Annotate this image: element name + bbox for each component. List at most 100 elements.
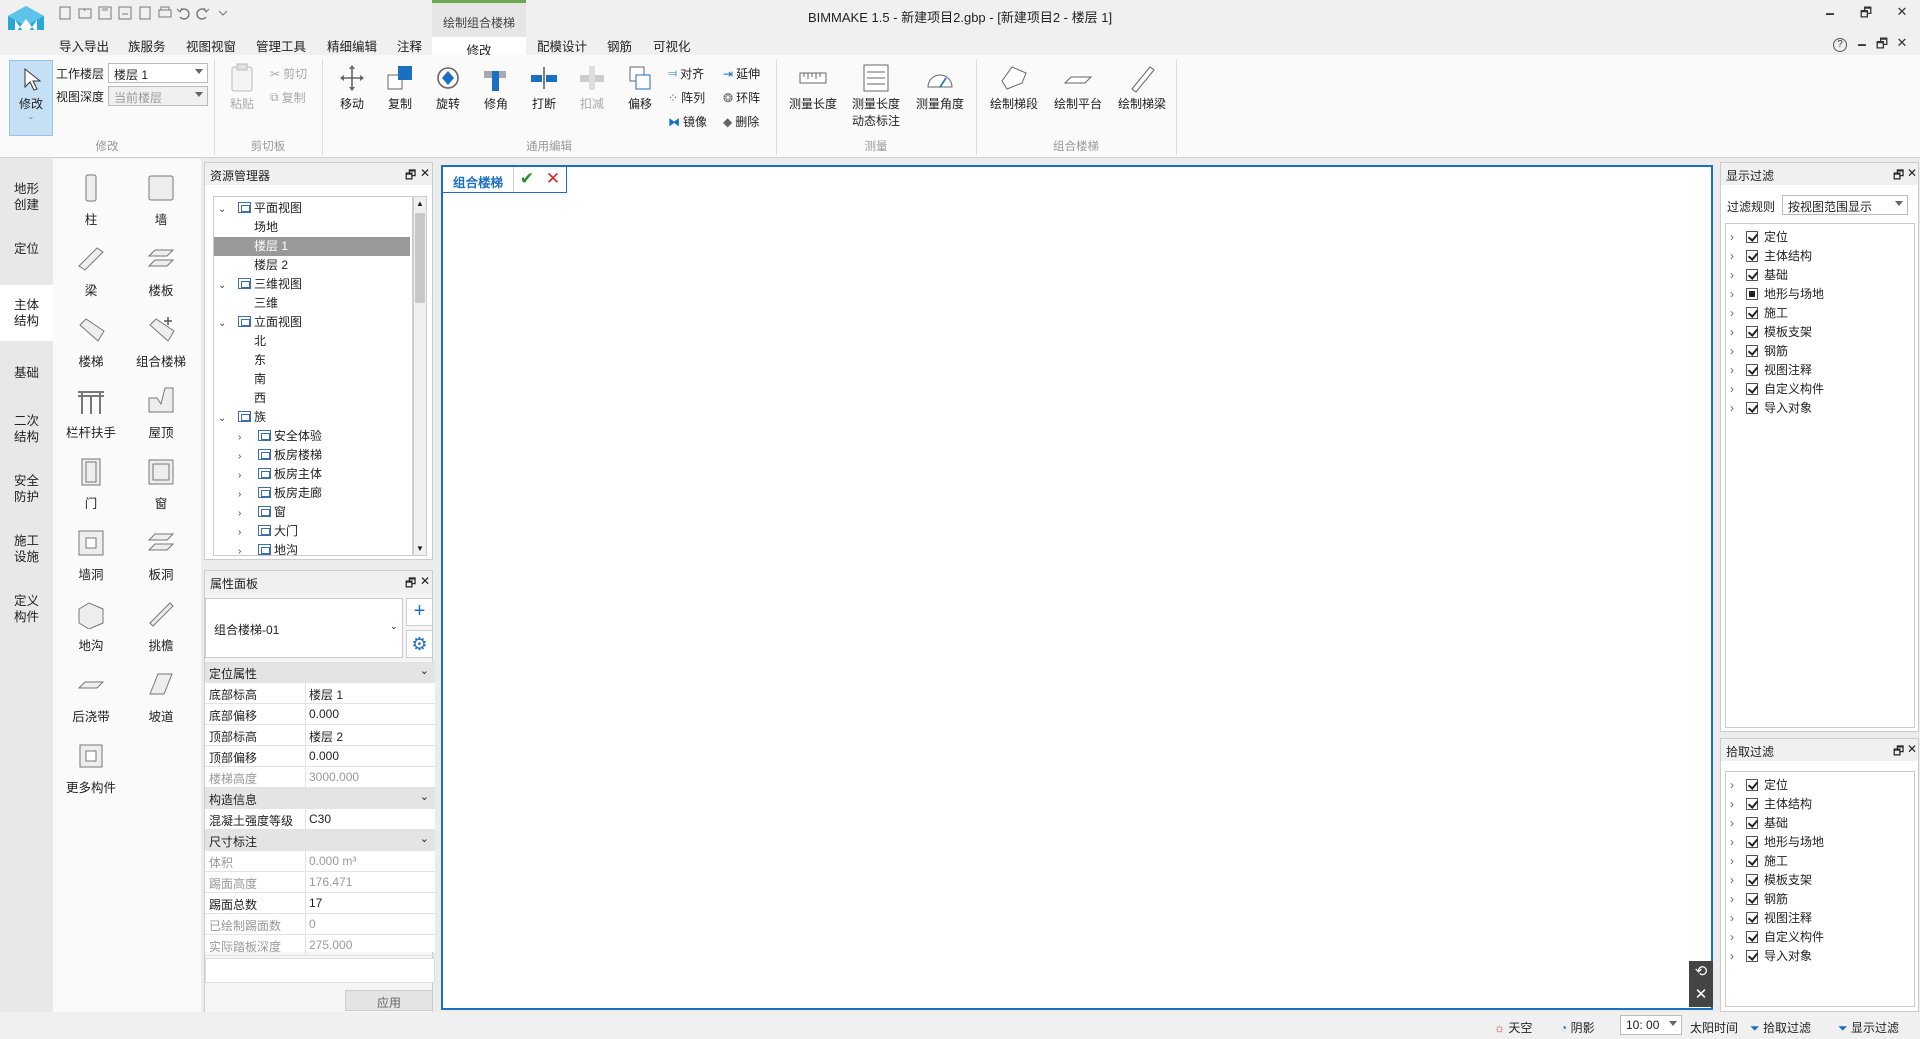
- tree-item[interactable]: 楼层 1: [214, 237, 410, 256]
- property-section-header[interactable]: 尺寸标注 ⌄: [205, 830, 435, 851]
- tree-item[interactable]: ⌄ 立面视图: [214, 313, 410, 332]
- property-value[interactable]: 0.000: [309, 707, 435, 727]
- component-window[interactable]: 窗: [126, 457, 196, 512]
- filter-checkbox[interactable]: [1746, 779, 1758, 791]
- tab-foundation[interactable]: 基础: [0, 359, 53, 389]
- component-roof[interactable]: 屋顶: [126, 386, 196, 441]
- close-window-button[interactable]: ✕: [1892, 4, 1912, 20]
- doc-close-button[interactable]: ✕: [1892, 35, 1912, 51]
- menu-annotation[interactable]: 注释: [397, 36, 422, 55]
- chevron-down-icon[interactable]: ⌄: [420, 664, 429, 677]
- chevron-right-icon[interactable]: ›: [1730, 814, 1746, 832]
- chevron-right-icon[interactable]: ›: [1730, 361, 1746, 379]
- component-wall-opening[interactable]: 墙洞: [56, 528, 126, 583]
- type-settings-button[interactable]: ⚙: [406, 630, 433, 658]
- draw-stair-segment-button[interactable]: 绘制梯段: [986, 63, 1042, 112]
- shadow-toggle[interactable]: ◔ 阴影: [1560, 1019, 1595, 1036]
- component-slab[interactable]: 楼板: [126, 244, 196, 299]
- filter-checkbox[interactable]: [1746, 950, 1758, 962]
- tree-item[interactable]: 北: [214, 332, 410, 351]
- component-more[interactable]: 更多构件: [56, 741, 126, 796]
- reset-view-icon[interactable]: ⟲: [1689, 961, 1713, 984]
- chevron-down-icon[interactable]: ⌄: [218, 276, 228, 295]
- property-value[interactable]: 17: [309, 896, 435, 916]
- close-panel-icon[interactable]: ✕: [1907, 742, 1917, 756]
- chevron-right-icon[interactable]: ›: [1730, 247, 1746, 265]
- doc-minimize-button[interactable]: 🗕: [1852, 35, 1872, 57]
- tree-scrollbar[interactable]: ▲ ▼: [413, 196, 427, 556]
- chevron-right-icon[interactable]: ›: [1730, 399, 1746, 417]
- component-railing[interactable]: 栏杆扶手: [56, 386, 126, 441]
- copy-clipboard-button[interactable]: ⧉ 复制: [270, 89, 306, 106]
- chevron-right-icon[interactable]: ›: [1730, 380, 1746, 398]
- component-eave[interactable]: 挑檐: [126, 599, 196, 654]
- context-tab-stairs[interactable]: 绘制组合楼梯 修改: [432, 0, 526, 58]
- ring-array-button[interactable]: ❂ 环阵: [723, 89, 760, 106]
- property-value[interactable]: 楼层 2: [309, 728, 435, 748]
- property-section-header[interactable]: 定位属性 ⌄: [205, 662, 435, 683]
- menu-management-tools[interactable]: 管理工具: [256, 36, 306, 55]
- component-beam[interactable]: 梁: [56, 244, 126, 299]
- component-wall[interactable]: 墙: [126, 173, 196, 228]
- filter-checkbox[interactable]: [1746, 817, 1758, 829]
- filter-checkbox[interactable]: [1746, 893, 1758, 905]
- chevron-right-icon[interactable]: ›: [1730, 947, 1746, 965]
- tree-item[interactable]: › 窗: [214, 503, 410, 522]
- component-trench[interactable]: 地沟: [56, 599, 126, 654]
- filter-checkbox[interactable]: [1746, 288, 1758, 300]
- chevron-down-icon[interactable]: ⌄: [420, 790, 429, 803]
- paste-button[interactable]: 粘贴: [222, 63, 262, 112]
- chevron-right-icon[interactable]: ›: [1730, 342, 1746, 360]
- filter-checkbox[interactable]: [1746, 402, 1758, 414]
- tree-item[interactable]: 楼层 2: [214, 256, 410, 275]
- tree-item[interactable]: 南: [214, 370, 410, 389]
- tab-custom-components[interactable]: 定义 构件: [0, 587, 53, 631]
- chevron-right-icon[interactable]: ›: [1730, 266, 1746, 284]
- tree-item[interactable]: 西: [214, 389, 410, 408]
- work-floor-select[interactable]: 楼层 1: [108, 63, 208, 83]
- chevron-right-icon[interactable]: ›: [238, 542, 248, 555]
- menu-family-service[interactable]: 族服务: [128, 36, 166, 55]
- tab-main-structure[interactable]: 主体 结构: [0, 285, 53, 341]
- menu-visualization[interactable]: 可视化: [653, 36, 691, 55]
- drawing-canvas[interactable]: 组合楼梯 ✔ ✕ ⟲ ✕: [441, 165, 1713, 1010]
- chevron-right-icon[interactable]: ›: [238, 504, 248, 523]
- filter-checkbox[interactable]: [1746, 269, 1758, 281]
- component-ramp[interactable]: 坡道: [126, 670, 196, 725]
- chevron-right-icon[interactable]: ›: [1730, 776, 1746, 794]
- filter-checkbox[interactable]: [1746, 364, 1758, 376]
- chevron-right-icon[interactable]: ›: [238, 447, 248, 466]
- tree-item[interactable]: 东: [214, 351, 410, 370]
- tree-item[interactable]: 三维: [214, 294, 410, 313]
- component-stair[interactable]: 楼梯: [56, 315, 126, 370]
- help-button[interactable]: ?: [1830, 35, 1850, 52]
- align-button[interactable]: ⫤ 对齐: [668, 65, 704, 82]
- measure-angle-button[interactable]: 测量角度: [912, 63, 968, 112]
- component-column[interactable]: 柱: [56, 173, 126, 228]
- scroll-up-icon[interactable]: ▲: [416, 199, 424, 208]
- component-composite-stair[interactable]: 组合楼梯: [126, 315, 196, 370]
- tree-item[interactable]: › 板房走廊: [214, 484, 410, 503]
- measure-dynamic-button[interactable]: 测量长度 动态标注: [848, 63, 904, 129]
- chevron-right-icon[interactable]: ›: [1730, 852, 1746, 870]
- tree-item[interactable]: 场地: [214, 218, 410, 237]
- close-view-control-icon[interactable]: ✕: [1689, 984, 1713, 1007]
- component-post-pour-strip[interactable]: 后浇带: [56, 670, 126, 725]
- chevron-right-icon[interactable]: ›: [238, 466, 248, 485]
- chevron-right-icon[interactable]: ›: [1730, 928, 1746, 946]
- pick-filter-toggle[interactable]: ⏷ 拾取过滤: [1750, 1019, 1811, 1036]
- scroll-down-icon[interactable]: ▼: [416, 544, 424, 553]
- add-type-button[interactable]: +: [406, 598, 433, 626]
- tab-positioning[interactable]: 定位: [0, 235, 53, 265]
- filter-checkbox[interactable]: [1746, 326, 1758, 338]
- menu-formwork-design[interactable]: 配模设计: [537, 36, 587, 55]
- filter-checkbox[interactable]: [1746, 798, 1758, 810]
- chevron-down-icon[interactable]: ⌄: [218, 409, 228, 428]
- tab-secondary-structure[interactable]: 二次 结构: [0, 407, 53, 451]
- select-modify-button[interactable]: 修改 ⌄: [9, 60, 53, 136]
- chevron-right-icon[interactable]: ›: [238, 485, 248, 504]
- chevron-down-icon[interactable]: ⌄: [218, 314, 228, 333]
- component-slab-opening[interactable]: 板洞: [126, 528, 196, 583]
- sun-time-select[interactable]: 10: 00: [1620, 1015, 1682, 1035]
- filter-checkbox[interactable]: [1746, 345, 1758, 357]
